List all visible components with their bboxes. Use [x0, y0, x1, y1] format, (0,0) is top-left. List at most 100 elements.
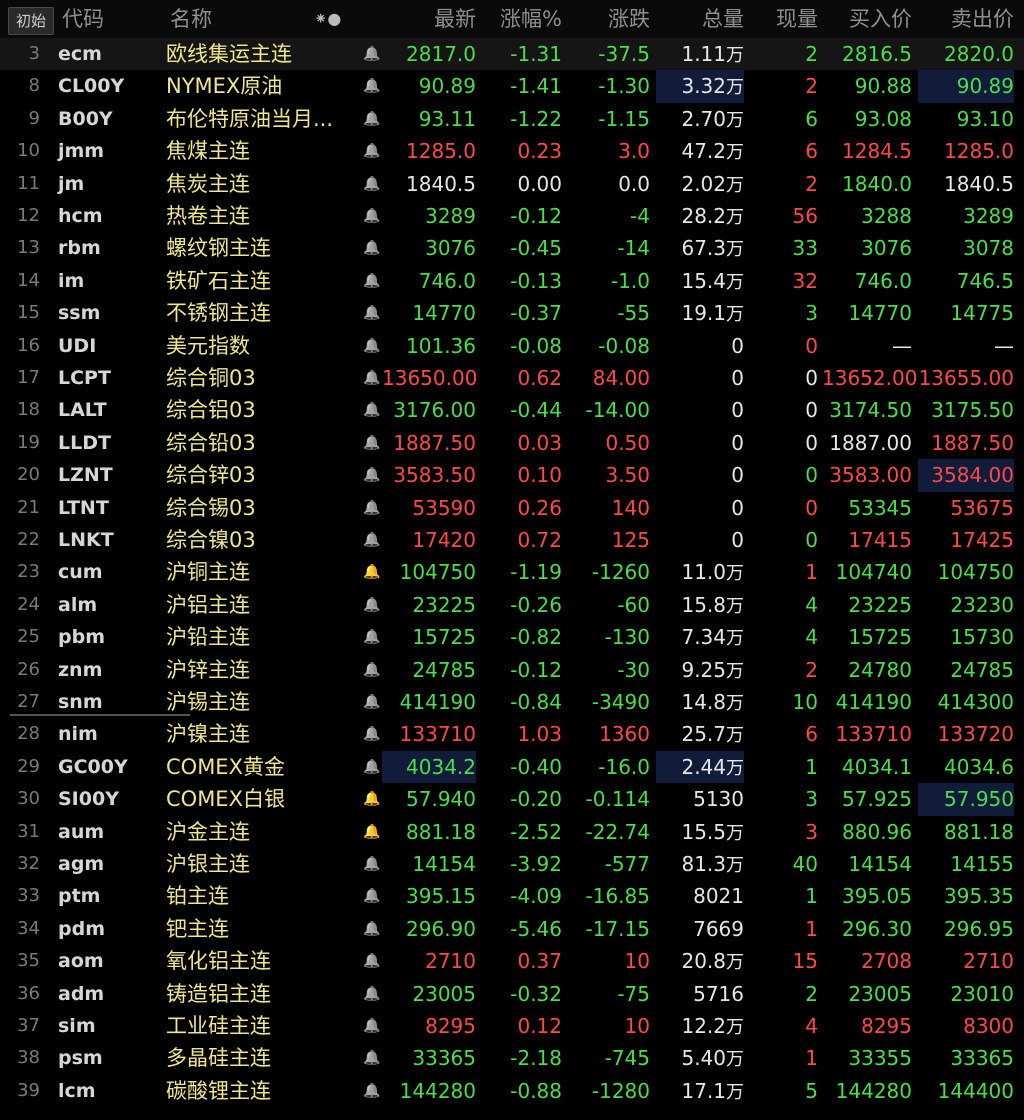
contract-code[interactable]: rbm [58, 232, 158, 264]
column-header-bid[interactable]: 买入价 [822, 0, 912, 38]
table-row[interactable]: 20 LZNT 综合锌03 🔔 3583.50 0.10 3.50 0 0 3583.00 3584… [0, 459, 1024, 492]
contract-code[interactable]: hcm [58, 200, 158, 232]
contract-name[interactable]: 美元指数 [166, 330, 356, 362]
table-row[interactable]: 30 SI00Y COMEX白银 🔔 57.940 -0.20 -0.114 5130 3 57.… [0, 783, 1024, 816]
settings-icon[interactable]: ⁕● [314, 0, 341, 38]
bell-icon[interactable]: 🔔 [362, 524, 382, 556]
contract-name[interactable]: 热卷主连 [166, 200, 356, 232]
bell-icon[interactable]: 🔔 [362, 135, 382, 167]
bell-icon[interactable]: 🔔 [362, 816, 382, 848]
bell-icon[interactable]: 🔔 [362, 621, 382, 653]
table-row[interactable]: 9 B00Y 布伦特原油当月... 🔔 93.11 -1.22 -1.15 2.70万 6 93.… [0, 103, 1024, 135]
contract-code[interactable]: agm [58, 848, 158, 880]
contract-code[interactable]: lcm [58, 1075, 158, 1107]
contract-name[interactable]: 沪金主连 [166, 816, 356, 848]
table-row[interactable]: 12 hcm 热卷主连 🔔 3289 -0.12 -4 28.2万 56 3288 3289 [0, 200, 1024, 232]
contract-name[interactable]: COMEX白银 [166, 783, 356, 815]
table-row[interactable]: 24 alm 沪铝主连 🔔 23225 -0.26 -60 15.8万 4 23225 23230 [0, 589, 1024, 621]
contract-name[interactable]: 碳酸锂主连 [166, 1075, 356, 1107]
bell-icon[interactable]: 🔔 [362, 913, 382, 945]
table-row[interactable]: 39 lcm 碳酸锂主连 🔔 144280 -0.88 -1280 17.1万 5 144280 1… [0, 1075, 1024, 1107]
bell-icon[interactable]: 🔔 [362, 459, 382, 491]
contract-name[interactable]: 工业硅主连 [166, 1010, 356, 1042]
bell-icon[interactable]: 🔔 [362, 103, 382, 135]
contract-code[interactable]: LNKT [58, 524, 158, 556]
column-header-ask[interactable]: 卖出价 [918, 0, 1014, 38]
bell-icon[interactable]: 🔔 [362, 1042, 382, 1074]
bell-icon[interactable]: 🔔 [362, 556, 382, 588]
bell-icon[interactable]: 🔔 [362, 1010, 382, 1042]
contract-name[interactable]: 铁矿石主连 [166, 265, 356, 297]
bell-icon[interactable]: 🔔 [362, 394, 382, 426]
table-row[interactable]: 25 pbm 沪铅主连 🔔 15725 -0.82 -130 7.34万 4 15725 15730 [0, 621, 1024, 653]
contract-name[interactable]: 沪铜主连 [166, 556, 356, 588]
contract-code[interactable]: LZNT [58, 459, 158, 491]
contract-name[interactable]: 沪银主连 [166, 848, 356, 880]
bell-icon[interactable]: 🔔 [362, 38, 382, 70]
contract-name[interactable]: 综合铝03 [166, 394, 356, 426]
table-row[interactable]: 29 GC00Y COMEX黄金 🔔 4034.2 -0.40 -16.0 2.44万 1 403… [0, 750, 1024, 784]
table-row[interactable]: 11 jm 焦炭主连 🔔 1840.5 0.00 0.0 2.02万 2 1840.0 1840.5 [0, 168, 1024, 200]
column-header-name[interactable]: 名称 [170, 0, 212, 38]
contract-code[interactable]: aom [58, 945, 158, 977]
bell-icon[interactable]: 🔔 [362, 297, 382, 329]
bell-icon[interactable]: 🔔 [362, 783, 382, 815]
contract-code[interactable]: LLDT [58, 427, 158, 459]
contract-name[interactable]: 焦煤主连 [166, 135, 356, 167]
contract-code[interactable]: pdm [58, 913, 158, 945]
reset-button[interactable]: 初始 [8, 7, 54, 35]
contract-code[interactable]: ssm [58, 297, 158, 329]
table-row[interactable]: 14 im 铁矿石主连 🔔 746.0 -0.13 -1.0 15.4万 32 746.0 746.… [0, 265, 1024, 297]
table-row[interactable]: 32 agm 沪银主连 🔔 14154 -3.92 -577 81.3万 40 14154 1415… [0, 848, 1024, 880]
bell-icon[interactable]: 🔔 [362, 589, 382, 621]
bell-icon[interactable]: 🔔 [362, 168, 382, 200]
contract-code[interactable]: LALT [58, 394, 158, 426]
bell-icon[interactable]: 🔔 [362, 654, 382, 686]
table-row[interactable]: 19 LLDT 综合铅03 🔔 1887.50 0.03 0.50 0 0 1887.00 1887… [0, 427, 1024, 459]
contract-name[interactable]: 布伦特原油当月... [166, 103, 356, 135]
table-row[interactable]: 18 LALT 综合铝03 🔔 3176.00 -0.44 -14.00 0 0 3174.50 3… [0, 394, 1024, 426]
contract-code[interactable]: LTNT [58, 492, 158, 524]
contract-code[interactable]: adm [58, 978, 158, 1010]
column-header-code[interactable]: 代码 [62, 0, 104, 38]
bell-icon[interactable]: 🔔 [362, 945, 382, 977]
contract-name[interactable]: 欧线集运主连 [166, 38, 356, 70]
table-row[interactable]: 38 psm 多晶硅主连 🔔 33365 -2.18 -745 5.40万 1 33355 3336… [0, 1042, 1024, 1074]
bell-icon[interactable]: 🔔 [362, 427, 382, 459]
table-row[interactable]: 34 pdm 钯主连 🔔 296.90 -5.46 -17.15 7669 1 296.30 296… [0, 913, 1024, 945]
bell-icon[interactable]: 🔔 [362, 200, 382, 232]
table-row[interactable]: 17 LCPT 综合铜03 🔔 13650.00 0.62 84.00 0 0 13652.00 1… [0, 362, 1024, 394]
contract-code[interactable]: jm [58, 168, 158, 200]
contract-code[interactable]: SI00Y [58, 783, 158, 815]
contract-name[interactable]: 沪锌主连 [166, 654, 356, 686]
bell-icon[interactable]: 🔔 [362, 848, 382, 880]
contract-code[interactable]: jmm [58, 135, 158, 167]
bell-icon[interactable]: 🔔 [362, 686, 382, 718]
contract-name[interactable]: 沪镍主连 [166, 718, 356, 750]
table-row[interactable]: 22 LNKT 综合镍03 🔔 17420 0.72 125 0 0 17415 17425 [0, 524, 1024, 556]
contract-code[interactable]: alm [58, 589, 158, 621]
contract-code[interactable]: GC00Y [58, 751, 158, 783]
bell-icon[interactable]: 🔔 [362, 70, 382, 102]
table-row[interactable]: 15 ssm 不锈钢主连 🔔 14770 -0.37 -55 19.1万 3 14770 14775 [0, 297, 1024, 329]
contract-name[interactable]: 焦炭主连 [166, 168, 356, 200]
table-row[interactable]: 31 aum 沪金主连 🔔 881.18 -2.52 -22.74 15.5万 3 880.96 8… [0, 816, 1024, 848]
bell-icon[interactable]: 🔔 [362, 330, 382, 362]
bell-icon[interactable]: 🔔 [362, 492, 382, 524]
table-row[interactable]: 23 cum 沪铜主连 🔔 104750 -1.19 -1260 11.0万 1 104740 10… [0, 556, 1024, 588]
table-row[interactable]: 8 CL00Y NYMEX原油 🔔 90.89 -1.41 -1.30 3.32万 2 90.88… [0, 70, 1024, 103]
table-row[interactable]: 36 adm 铸造铝主连 🔔 23005 -0.32 -75 5716 2 23005 23010 [0, 978, 1024, 1010]
contract-code[interactable]: UDI [58, 330, 158, 362]
bell-icon[interactable]: 🔔 [362, 265, 382, 297]
column-header-volume[interactable]: 总量 [656, 0, 744, 38]
contract-name[interactable]: COMEX黄金 [166, 751, 356, 783]
contract-name[interactable]: 综合铜03 [166, 362, 356, 394]
bell-icon[interactable]: 🔔 [362, 751, 382, 783]
contract-code[interactable]: ptm [58, 880, 158, 912]
contract-name[interactable]: 多晶硅主连 [166, 1042, 356, 1074]
table-row[interactable]: 21 LTNT 综合锡03 🔔 53590 0.26 140 0 0 53345 53675 [0, 492, 1024, 524]
table-row[interactable]: 26 znm 沪锌主连 🔔 24785 -0.12 -30 9.25万 2 24780 24785 [0, 654, 1024, 686]
contract-name[interactable]: 沪铅主连 [166, 621, 356, 653]
bell-icon[interactable]: 🔔 [362, 978, 382, 1010]
contract-name[interactable]: 氧化铝主连 [166, 945, 356, 977]
